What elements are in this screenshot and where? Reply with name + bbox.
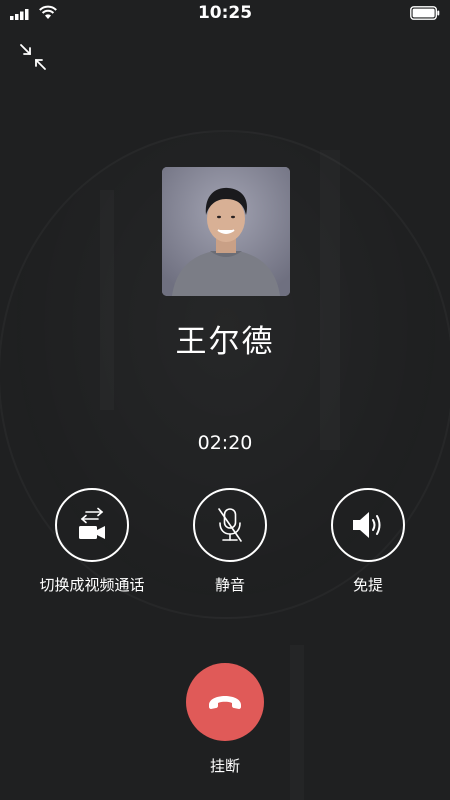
hangup-button[interactable]: [186, 663, 264, 741]
mute-label: 静音: [214, 576, 245, 594]
speaker-button[interactable]: [331, 488, 405, 562]
hangup-control: 挂断: [175, 663, 275, 776]
call-duration: 02:20: [197, 432, 253, 454]
background-shape: [320, 150, 340, 450]
minimize-icon[interactable]: [18, 42, 48, 72]
status-bar: 10:25: [0, 0, 450, 26]
background-shape: [290, 645, 304, 800]
phone-hangup-icon: [209, 696, 241, 709]
speaker-control: 免提: [308, 488, 428, 595]
speaker-icon: [353, 512, 381, 538]
background-shape: [100, 190, 114, 410]
status-time: 10:25: [197, 3, 253, 23]
mute-button[interactable]: [193, 488, 267, 562]
mic-muted-icon: [218, 508, 242, 542]
hangup-label: 挂断: [209, 757, 240, 775]
speaker-label: 免提: [352, 576, 383, 594]
video-switch-icon: [79, 507, 105, 539]
switch-to-video-label: 切换成视频通话: [39, 576, 145, 594]
wifi-icon: [39, 5, 57, 19]
switch-to-video-control: 切换成视频通话: [32, 488, 152, 595]
call-screen: 10:25 王尔德 02:20 切换成视频通话 静音 免提 挂断: [0, 0, 450, 800]
cellular-signal-icon: [10, 9, 29, 20]
mute-control: 静音: [170, 488, 290, 595]
battery-icon: [410, 6, 440, 20]
caller-avatar: [162, 167, 290, 296]
switch-to-video-button[interactable]: [55, 488, 129, 562]
caller-name: 王尔德: [175, 324, 275, 360]
